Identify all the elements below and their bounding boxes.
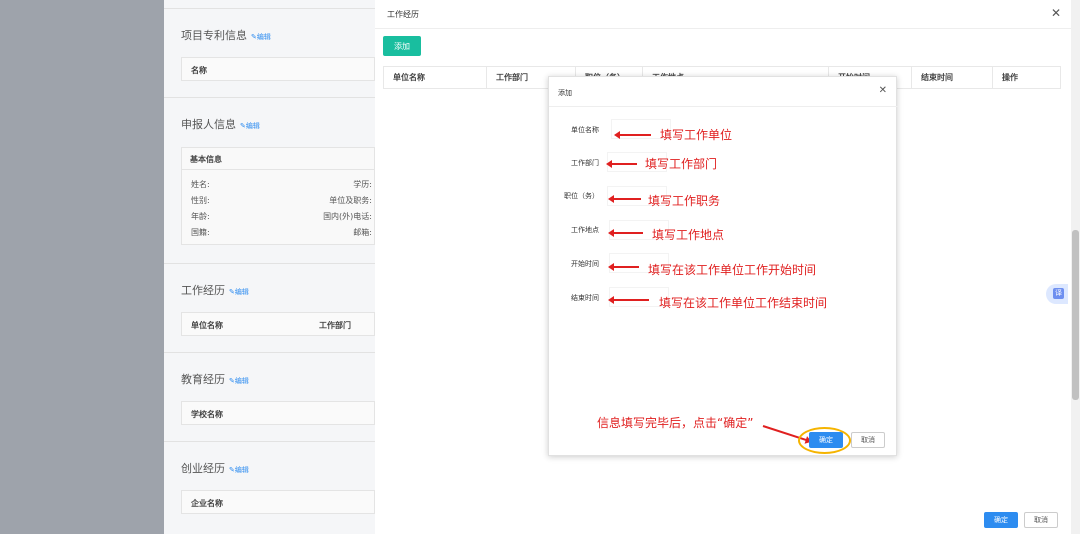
info-label: 邮箱: [353,228,372,237]
divider [164,441,375,442]
info-label: 性别: [191,196,210,205]
startup-table-header: 企业名称 [181,490,375,514]
column-header: 工作部门 [319,321,351,330]
close-icon[interactable]: ✕ [1051,6,1061,20]
highlight-ring [798,427,851,454]
section-title-applicant: 申报人信息 ✎编辑 [181,116,260,132]
field-label-position: 职位（务） [564,192,599,200]
divider [164,97,375,98]
field-label-end-time: 结束时间 [571,294,599,302]
section-title-patent: 项目专利信息 ✎编辑 [181,27,271,43]
info-label: 国籍: [191,228,210,237]
scroll-thumb[interactable] [1072,230,1079,400]
annotation-location: 填写工作地点 [652,228,725,242]
add-button[interactable]: 添加 [383,36,421,56]
annotation-end-time: 填写在该工作单位工作结束时间 [659,296,828,310]
field-label-location: 工作地点 [571,226,599,234]
drawer-ok-button[interactable]: 确定 [984,512,1018,528]
left-overlay-strip [0,0,164,534]
field-label-start-time: 开始时间 [571,260,599,268]
arrow-icon [608,296,649,304]
info-label: 学历: [353,180,372,189]
annotation-start-time: 填写在该工作单位工作开始时间 [648,263,817,277]
modal-title: 添加 [558,89,572,97]
section-title-text: 项目专利信息 [181,29,247,42]
translate-float-button[interactable]: 译 [1046,284,1068,304]
annotation-confirm: 信息填写完毕后，点击“确定” [597,416,754,430]
info-label: 国内(外)电话: [323,212,372,221]
divider [164,352,375,353]
page-scrollbar[interactable] [1071,0,1080,534]
info-label: 年龄: [191,212,210,221]
divider [164,8,375,9]
info-label: 姓名: [191,180,210,189]
edit-link[interactable]: ✎编辑 [229,466,249,474]
basic-info-head: 基本信息 [182,148,376,170]
annotation-company: 填写工作单位 [660,128,733,142]
column-header: 单位名称 [384,67,487,88]
column-header: 结束时间 [912,67,993,88]
column-header: 学校名称 [191,410,223,419]
close-icon[interactable]: ✕ [879,85,887,96]
column-header: 企业名称 [191,499,223,508]
field-label-department: 工作部门 [571,159,599,167]
patent-table-header: 名称 [181,57,375,81]
edit-link[interactable]: ✎编辑 [240,122,260,130]
basic-info-box: 基本信息 姓名: 性别: 年龄: 国籍: 学历: 单位及职务: 国内(外)电话:… [181,147,376,245]
drawer-cancel-button[interactable]: 取消 [1024,512,1058,528]
background-content: 项目专利信息 ✎编辑 名称 申报人信息 ✎编辑 基本信息 姓名: 性别: 年龄: 国… [164,0,376,534]
edit-link[interactable]: ✎编辑 [251,33,271,41]
section-title-startup: 创业经历 ✎编辑 [181,460,249,476]
divider [549,106,898,107]
translate-icon: 译 [1053,288,1064,299]
edit-link[interactable]: ✎编辑 [229,288,249,296]
add-work-modal: 添加 ✕ 单位名称 填写工作单位 工作部门 填写工作部门 职位（务） 填写工作职… [548,76,898,456]
section-title-education: 教育经历 ✎编辑 [181,371,249,387]
section-title-text: 教育经历 [181,373,225,386]
arrow-icon [606,160,637,168]
arrow-icon [608,195,641,203]
field-label-company: 单位名称 [571,126,599,134]
work-table-header: 单位名称 工作部门 [181,312,375,336]
drawer-title: 工作经历 [387,10,419,19]
annotation-department: 填写工作部门 [645,157,718,171]
section-title-text: 创业经历 [181,462,225,475]
section-title-text: 工作经历 [181,284,225,297]
education-table-header: 学校名称 [181,401,375,425]
annotation-position: 填写工作职务 [648,194,721,208]
section-title-text: 申报人信息 [181,118,236,131]
column-header: 名称 [191,66,207,75]
modal-cancel-button[interactable]: 取消 [851,432,885,448]
arrow-icon [608,263,639,271]
section-title-work: 工作经历 ✎编辑 [181,282,249,298]
column-header: 单位名称 [191,321,223,330]
arrow-icon [614,131,651,139]
column-header: 操作 [1002,73,1018,82]
info-label: 单位及职务: [329,196,372,205]
arrow-icon [608,229,643,237]
edit-link[interactable]: ✎编辑 [229,377,249,385]
divider [375,28,1071,29]
divider [164,263,375,264]
